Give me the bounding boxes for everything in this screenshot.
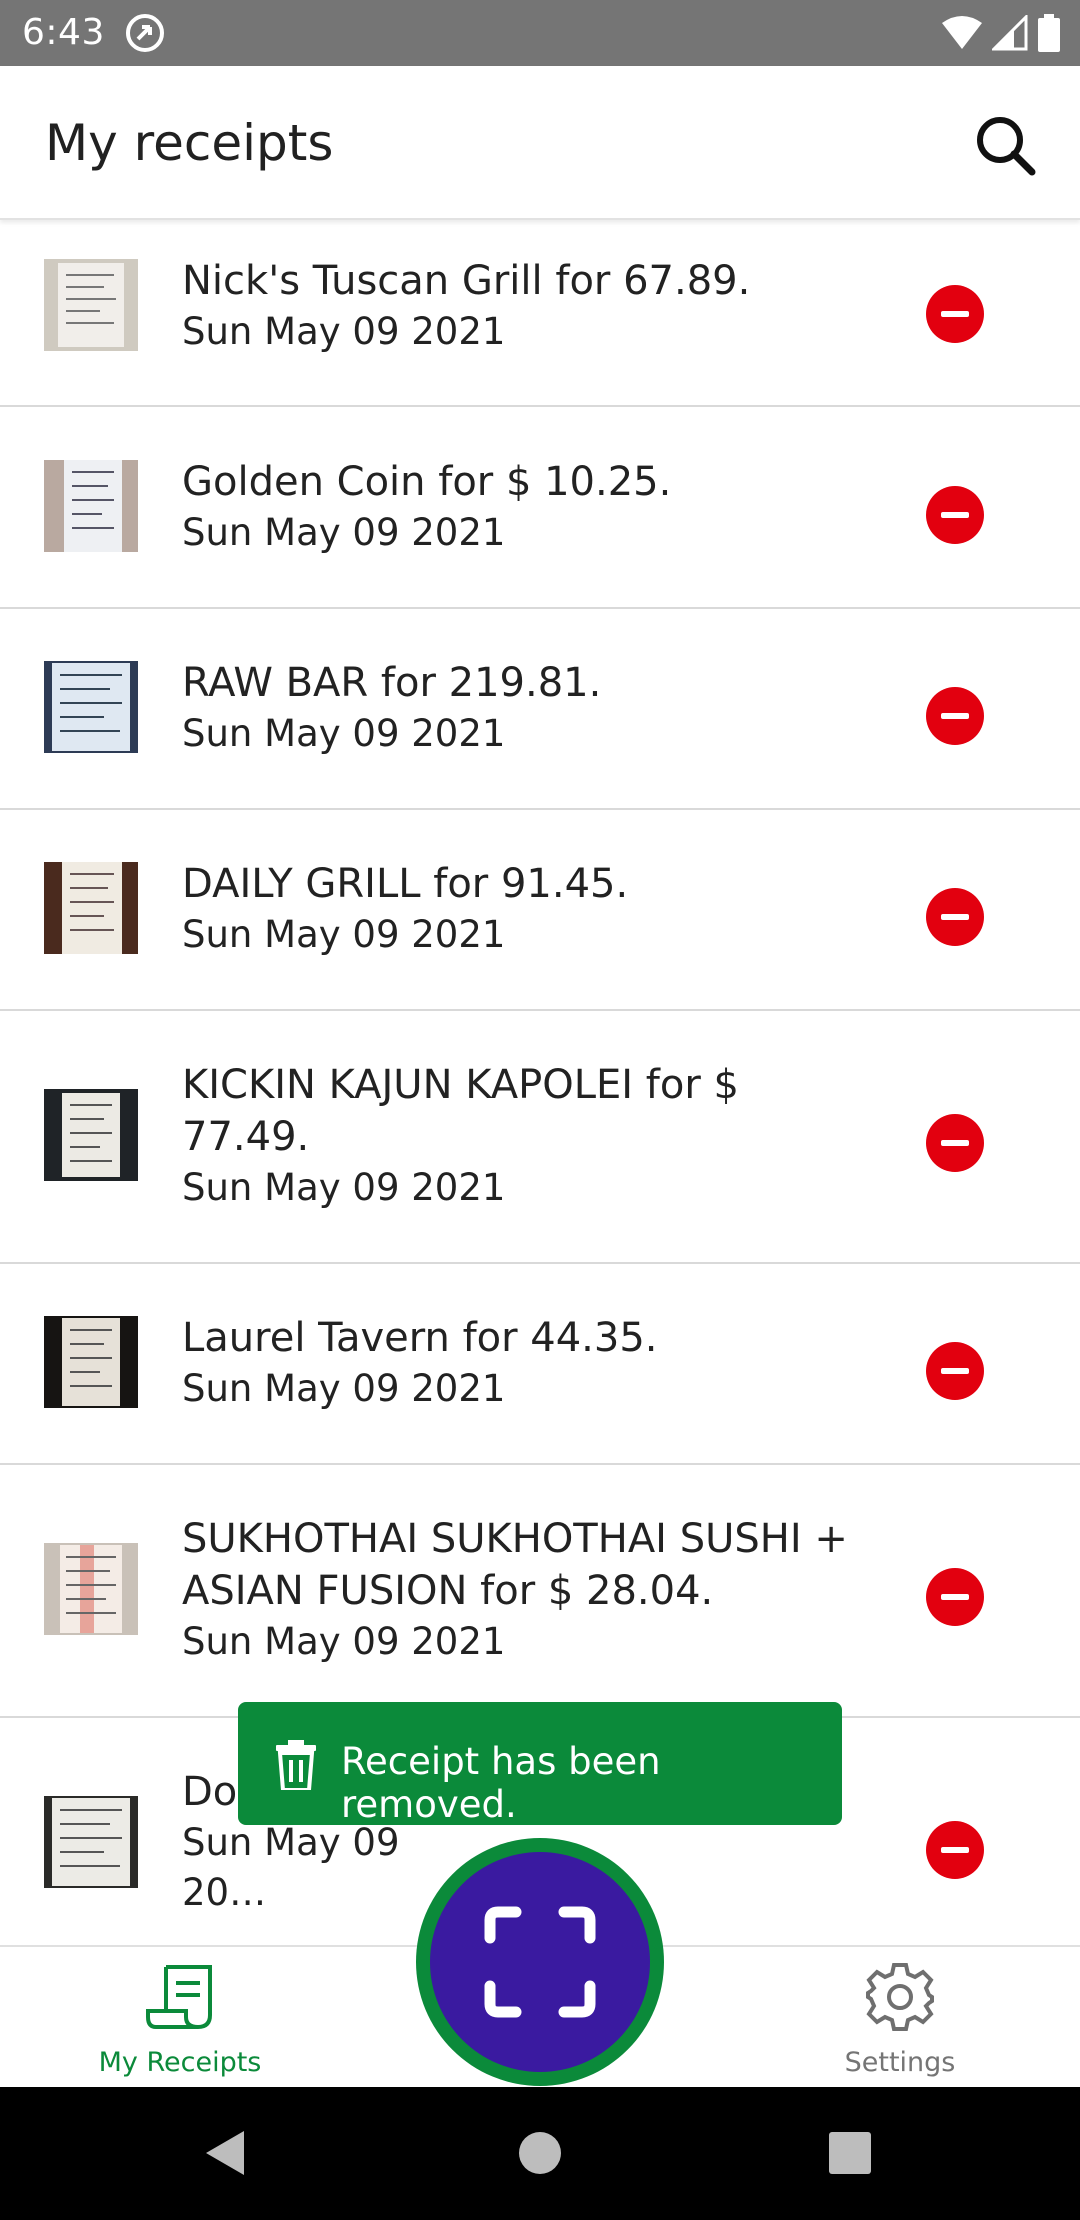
list-item[interactable]: KICKIN KAJUN KAPOLEI for $ 77.49. Sun Ma… (0, 1011, 1080, 1264)
receipt-thumbnail[interactable] (44, 259, 138, 351)
remove-receipt-button[interactable] (926, 1821, 984, 1879)
list-item[interactable]: Nick's Tuscan Grill for 67.89. Sun May 0… (0, 221, 1080, 407)
nav-my-receipts[interactable]: My Receipts (30, 1947, 330, 2089)
receipt-date: Sun May 09 2021 (182, 511, 506, 554)
receipt-date: Sun May 09 20… (182, 1821, 400, 1914)
nav-settings[interactable]: Settings (750, 1947, 1050, 2089)
list-item[interactable]: RAW BAR for 219.81. Sun May 09 2021 (0, 609, 1080, 810)
snackbar: Receipt has been removed. (238, 1702, 842, 1826)
wifi-icon (942, 16, 982, 49)
receipt-date: Sun May 09 2021 (182, 1367, 506, 1410)
receipt-title: SUKHOTHAI SUKHOTHAI SUSHI + ASIAN FUSION… (182, 1516, 848, 1614)
remove-receipt-button[interactable] (926, 687, 984, 745)
receipt-date: Sun May 09 2021 (182, 712, 506, 755)
scan-receipt-button[interactable] (416, 1838, 664, 2086)
receipt-title: Nick's Tuscan Grill for 67.89. (182, 258, 751, 304)
remove-receipt-button[interactable] (926, 486, 984, 544)
receipt-thumbnail[interactable] (44, 661, 138, 753)
recents-icon[interactable] (820, 2123, 880, 2183)
remove-receipt-button[interactable] (926, 888, 984, 946)
remove-receipt-button[interactable] (926, 285, 984, 343)
home-icon[interactable] (510, 2123, 570, 2183)
receipt-thumbnail[interactable] (44, 1543, 138, 1635)
receipt-date: Sun May 09 2021 (182, 1620, 506, 1663)
search-icon[interactable] (970, 110, 1040, 180)
receipt-thumbnail[interactable] (44, 1316, 138, 1408)
list-item[interactable]: SUKHOTHAI SUKHOTHAI SUSHI + ASIAN FUSION… (0, 1465, 1080, 1718)
receipt-list[interactable]: Nick's Tuscan Grill for 67.89. Sun May 0… (0, 221, 1080, 1945)
battery-icon (1038, 14, 1060, 52)
page-title: My receipts (45, 114, 334, 172)
list-item[interactable]: DAILY GRILL for 91.45. Sun May 09 2021 (0, 810, 1080, 1011)
receipt-title: RAW BAR for 219.81. (182, 660, 602, 706)
signal-icon (992, 15, 1028, 51)
trash-icon (276, 1740, 316, 1790)
receipt-date: Sun May 09 2021 (182, 1166, 506, 1209)
receipt-icon (146, 1965, 212, 2029)
receipt-title: KICKIN KAJUN KAPOLEI for $ 77.49. (182, 1062, 739, 1160)
nav-settings-label: Settings (844, 2047, 956, 2078)
list-item[interactable]: Laurel Tavern for 44.35. Sun May 09 2021 (0, 1264, 1080, 1465)
receipt-thumbnail[interactable] (44, 1796, 138, 1888)
receipt-thumbnail[interactable] (44, 460, 138, 552)
receipt-date: Sun May 09 2021 (182, 310, 506, 353)
app-bar: My receipts (0, 66, 1080, 220)
receipt-thumbnail[interactable] (44, 862, 138, 954)
snackbar-message: Receipt has been removed. (341, 1740, 661, 1826)
status-bar: 6:43 (0, 0, 1080, 66)
gear-icon (866, 1963, 934, 2031)
list-item[interactable]: Golden Coin for $ 10.25. Sun May 09 2021 (0, 408, 1080, 609)
remove-receipt-button[interactable] (926, 1568, 984, 1626)
status-time: 6:43 (22, 12, 105, 53)
system-nav-bar (0, 2087, 1080, 2220)
receipt-date: Sun May 09 2021 (182, 913, 506, 956)
receipt-title: Golden Coin for $ 10.25. (182, 459, 672, 505)
sync-icon (126, 14, 164, 52)
receipt-title: Laurel Tavern for 44.35. (182, 1315, 658, 1361)
status-icons (942, 14, 1060, 52)
receipt-thumbnail[interactable] (44, 1089, 138, 1181)
remove-receipt-button[interactable] (926, 1114, 984, 1172)
scan-icon (484, 1906, 596, 2018)
remove-receipt-button[interactable] (926, 1342, 984, 1400)
back-icon[interactable] (196, 2123, 256, 2183)
nav-my-receipts-label: My Receipts (98, 2047, 262, 2078)
receipt-title: DAILY GRILL for 91.45. (182, 861, 629, 907)
